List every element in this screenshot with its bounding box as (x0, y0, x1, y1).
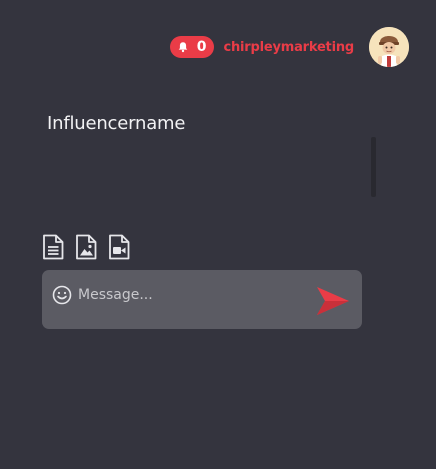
send-button[interactable] (316, 285, 350, 317)
bell-icon (177, 41, 189, 53)
emoji-button[interactable] (52, 285, 72, 305)
notification-count: 0 (196, 39, 207, 55)
notification-badge[interactable]: 0 (169, 36, 215, 58)
send-icon (316, 285, 350, 317)
emoji-icon (52, 285, 72, 305)
username-link[interactable]: chirpleymarketing (223, 40, 354, 55)
attach-image-button[interactable] (75, 234, 98, 260)
message-composer (42, 270, 362, 329)
scrollbar-thumb[interactable] (371, 137, 376, 197)
attach-video-button[interactable] (108, 234, 131, 260)
document-icon (42, 234, 65, 260)
video-file-icon (108, 234, 131, 260)
image-file-icon (75, 234, 98, 260)
recipient-name: Influencername (47, 113, 186, 134)
attach-document-button[interactable] (42, 234, 65, 260)
top-bar: 0 chirpleymarketing (169, 25, 409, 69)
message-input[interactable] (78, 283, 308, 307)
attachment-toolbar (42, 234, 141, 260)
user-avatar[interactable] (369, 27, 409, 67)
